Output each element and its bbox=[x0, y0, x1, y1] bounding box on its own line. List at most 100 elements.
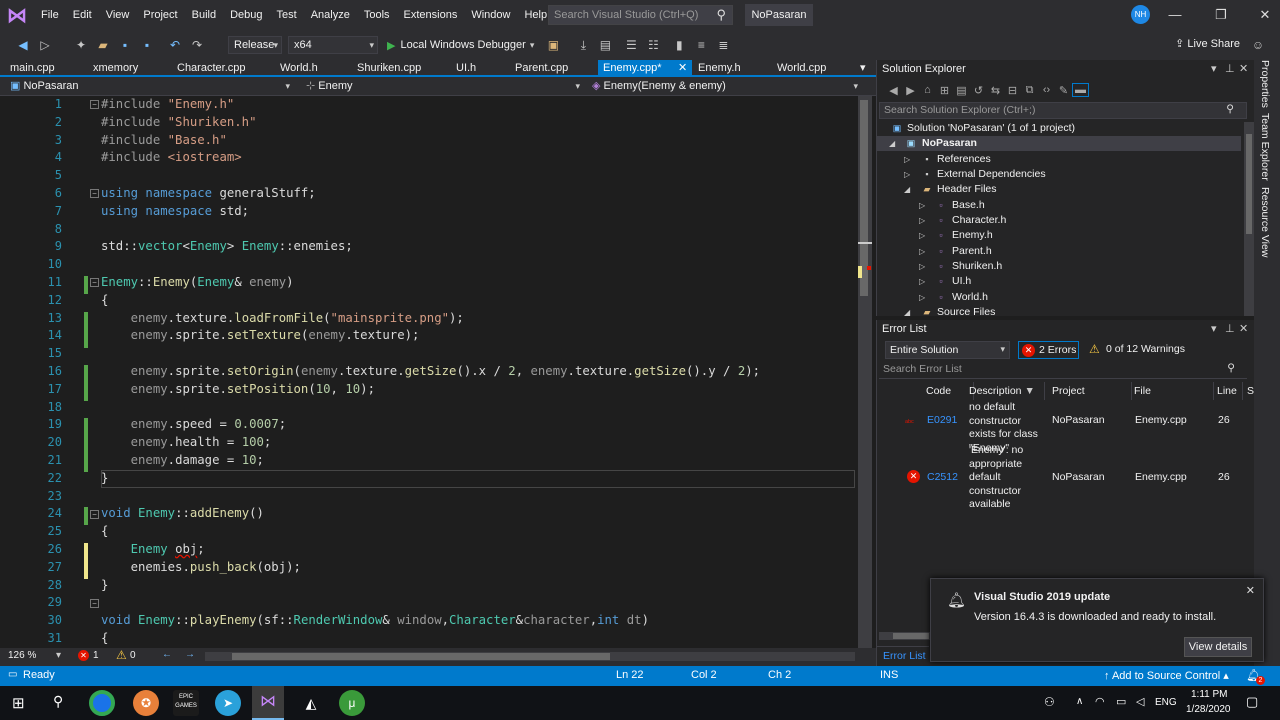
show-all-files-icon[interactable]: ⧉ bbox=[1021, 84, 1038, 97]
tray-chevron-icon[interactable]: ∧ bbox=[1076, 696, 1083, 707]
code-text[interactable]: #include "Enemy.h" #include "Shuriken.h"… bbox=[101, 96, 856, 648]
tree-file[interactable]: ▷ ▫ Enemy.h bbox=[877, 228, 1241, 243]
scope-filter-dropdown[interactable]: Entire Solution ▾ bbox=[885, 341, 1010, 359]
add-to-source-control-button[interactable]: ↑ Add to Source Control ▴ bbox=[1104, 669, 1229, 682]
home-icon[interactable]: ⌂ bbox=[919, 84, 936, 96]
step-icon[interactable]: ⤓ bbox=[574, 36, 592, 54]
tree-file[interactable]: ▷ ▫ Base.h bbox=[877, 198, 1241, 213]
warning-count[interactable]: 0 bbox=[130, 650, 136, 661]
tree-file[interactable]: ▷ ▫ UI.h bbox=[877, 274, 1241, 289]
menu-analyze[interactable]: Analyze bbox=[304, 0, 357, 30]
error-code-link[interactable]: C2512 bbox=[927, 471, 958, 485]
properties-icon[interactable]: ✎ bbox=[1055, 84, 1072, 97]
menu-build[interactable]: Build bbox=[185, 0, 223, 30]
collapse-icon[interactable]: − bbox=[90, 100, 99, 109]
column-file[interactable]: File bbox=[1130, 382, 1214, 400]
warnings-filter-toggle[interactable]: ⚠ 0 of 12 Warnings bbox=[1086, 341, 1186, 359]
tab-enemy-cpp[interactable]: Enemy.cpp* ✕ bbox=[598, 60, 692, 77]
tab-world-cpp[interactable]: World.cpp bbox=[767, 60, 853, 77]
scroll-thumb[interactable] bbox=[893, 633, 929, 639]
error-list-tab[interactable]: Error List bbox=[877, 646, 929, 664]
menu-debug[interactable]: Debug bbox=[223, 0, 269, 30]
chevron-down-icon[interactable]: ▾ bbox=[1211, 62, 1217, 75]
menu-extensions[interactable]: Extensions bbox=[397, 0, 465, 30]
pin-icon[interactable]: ⊥ bbox=[1225, 62, 1235, 75]
configuration-dropdown[interactable]: Release bbox=[228, 36, 282, 54]
avatar[interactable]: NH bbox=[1131, 5, 1150, 24]
clock-time[interactable]: 1:11 PM bbox=[1191, 689, 1228, 700]
wifi-icon[interactable]: ◠ bbox=[1095, 695, 1105, 708]
column-project[interactable]: Project bbox=[1048, 382, 1132, 400]
browse-icon[interactable]: ▣ bbox=[544, 36, 562, 54]
tab-overflow-icon[interactable]: ▾ bbox=[852, 60, 872, 77]
view-code-icon[interactable]: ‹› bbox=[1038, 84, 1055, 96]
tab-shuriken-cpp[interactable]: Shuriken.cpp bbox=[347, 60, 443, 77]
zoom-level[interactable]: 126 % bbox=[8, 650, 36, 661]
utorrent-icon[interactable]: μ bbox=[339, 690, 365, 716]
chevron-down-icon[interactable]: ▾ bbox=[56, 650, 61, 661]
epic-games-icon[interactable]: EPIC GAMES bbox=[173, 690, 199, 716]
hex-icon[interactable]: ▤ bbox=[596, 36, 614, 54]
error-list-horizontal-scrollbar[interactable] bbox=[879, 632, 931, 640]
tree-file[interactable]: ▷ ▫ World.h bbox=[877, 290, 1241, 305]
minimize-icon[interactable]: — bbox=[1160, 0, 1190, 30]
restore-icon[interactable]: ❐ bbox=[1206, 0, 1236, 30]
member-dropdown[interactable]: ◈ Enemy(Enemy & enemy) ▾ bbox=[586, 79, 872, 94]
tab-resource-view[interactable]: Resource View bbox=[1259, 187, 1271, 257]
redo-icon[interactable]: ↷ bbox=[188, 36, 206, 54]
live-share-button[interactable]: ⇪ Live Share bbox=[1175, 37, 1240, 50]
tab-xmemory[interactable]: xmemory bbox=[83, 60, 165, 77]
close-icon[interactable]: ✕ bbox=[1246, 584, 1255, 597]
menu-view[interactable]: View bbox=[99, 0, 137, 30]
collapse-icon[interactable]: − bbox=[90, 278, 99, 287]
scroll-thumb[interactable] bbox=[1246, 134, 1252, 234]
menu-test[interactable]: Test bbox=[270, 0, 304, 30]
tab-world-h[interactable]: World.h bbox=[270, 60, 346, 77]
start-debugging-button[interactable]: ▶ Local Windows Debugger ▾ bbox=[387, 39, 534, 52]
chrome-icon[interactable] bbox=[89, 690, 115, 716]
close-icon[interactable]: ✕ bbox=[1250, 0, 1280, 30]
chevron-down-icon[interactable]: ▾ bbox=[1211, 322, 1217, 335]
action-center-icon[interactable]: ▢ bbox=[1246, 694, 1258, 710]
project-dropdown[interactable]: ▣ NoPasaran ▾ bbox=[4, 79, 294, 94]
menu-edit[interactable]: Edit bbox=[66, 0, 99, 30]
tab-team-explorer[interactable]: Team Explorer bbox=[1259, 113, 1271, 181]
tab-ui-h[interactable]: UI.h bbox=[446, 60, 508, 77]
view-details-button[interactable]: View details bbox=[1184, 637, 1252, 657]
tree-references[interactable]: ▷ ▪ References bbox=[877, 152, 1241, 167]
tree-external-dependencies[interactable]: ▷ ▪ External Dependencies bbox=[877, 167, 1241, 182]
open-folder-icon[interactable]: ▰ bbox=[94, 36, 112, 54]
back-icon[interactable]: ◀ bbox=[14, 36, 32, 54]
bookmark-icon[interactable]: ▮ bbox=[670, 36, 688, 54]
volume-icon[interactable]: ◁ bbox=[1136, 695, 1144, 708]
close-icon[interactable]: ✕ bbox=[1239, 62, 1248, 75]
feedback-icon[interactable]: ☺ bbox=[1249, 36, 1267, 54]
preview-icon[interactable]: ▬ bbox=[1072, 83, 1089, 97]
close-icon[interactable]: ✕ bbox=[678, 60, 687, 77]
windows-start-icon[interactable]: ⊞ bbox=[12, 694, 25, 712]
column-description[interactable]: Description ▼ bbox=[965, 382, 1045, 400]
collapse-all-icon[interactable]: ⊟ bbox=[1004, 84, 1021, 97]
tab-character-cpp[interactable]: Character.cpp bbox=[167, 60, 267, 77]
pending-changes-icon[interactable]: ▤ bbox=[953, 84, 970, 97]
search-input[interactable]: Search Visual Studio (Ctrl+Q) ⚲ bbox=[548, 5, 733, 25]
error-list-search-input[interactable]: Search Error List ⚲ bbox=[879, 362, 1247, 379]
collapse-icon[interactable]: − bbox=[90, 599, 99, 608]
scope-dropdown[interactable]: ⊹ Enemy ▾ bbox=[300, 79, 584, 94]
tab-enemy-h[interactable]: Enemy.h bbox=[688, 60, 770, 77]
collapse-icon[interactable]: − bbox=[90, 510, 99, 519]
tab-parent-cpp[interactable]: Parent.cpp bbox=[505, 60, 597, 77]
menu-tools[interactable]: Tools bbox=[357, 0, 397, 30]
menu-file[interactable]: File bbox=[34, 0, 66, 30]
solution-explorer-search-input[interactable]: Search Solution Explorer (Ctrl+;) ⚲ bbox=[879, 102, 1247, 119]
unity-icon[interactable]: ◭ bbox=[298, 690, 324, 716]
comment-icon[interactable]: ≡ bbox=[692, 36, 710, 54]
tree-header-files[interactable]: ◢ ▰ Header Files bbox=[877, 182, 1241, 197]
tab-main-cpp[interactable]: main.cpp bbox=[0, 60, 80, 77]
align-icon[interactable]: ☰ bbox=[622, 36, 640, 54]
indent-icon[interactable]: ☷ bbox=[644, 36, 662, 54]
visual-studio-taskbar-icon[interactable]: ⋈ bbox=[252, 686, 284, 720]
error-code-link[interactable]: E0291 bbox=[927, 414, 957, 428]
tree-file[interactable]: ▷ ▫ Character.h bbox=[877, 213, 1241, 228]
tree-solution[interactable]: ▣ Solution 'NoPasaran' (1 of 1 project) bbox=[877, 121, 1241, 136]
